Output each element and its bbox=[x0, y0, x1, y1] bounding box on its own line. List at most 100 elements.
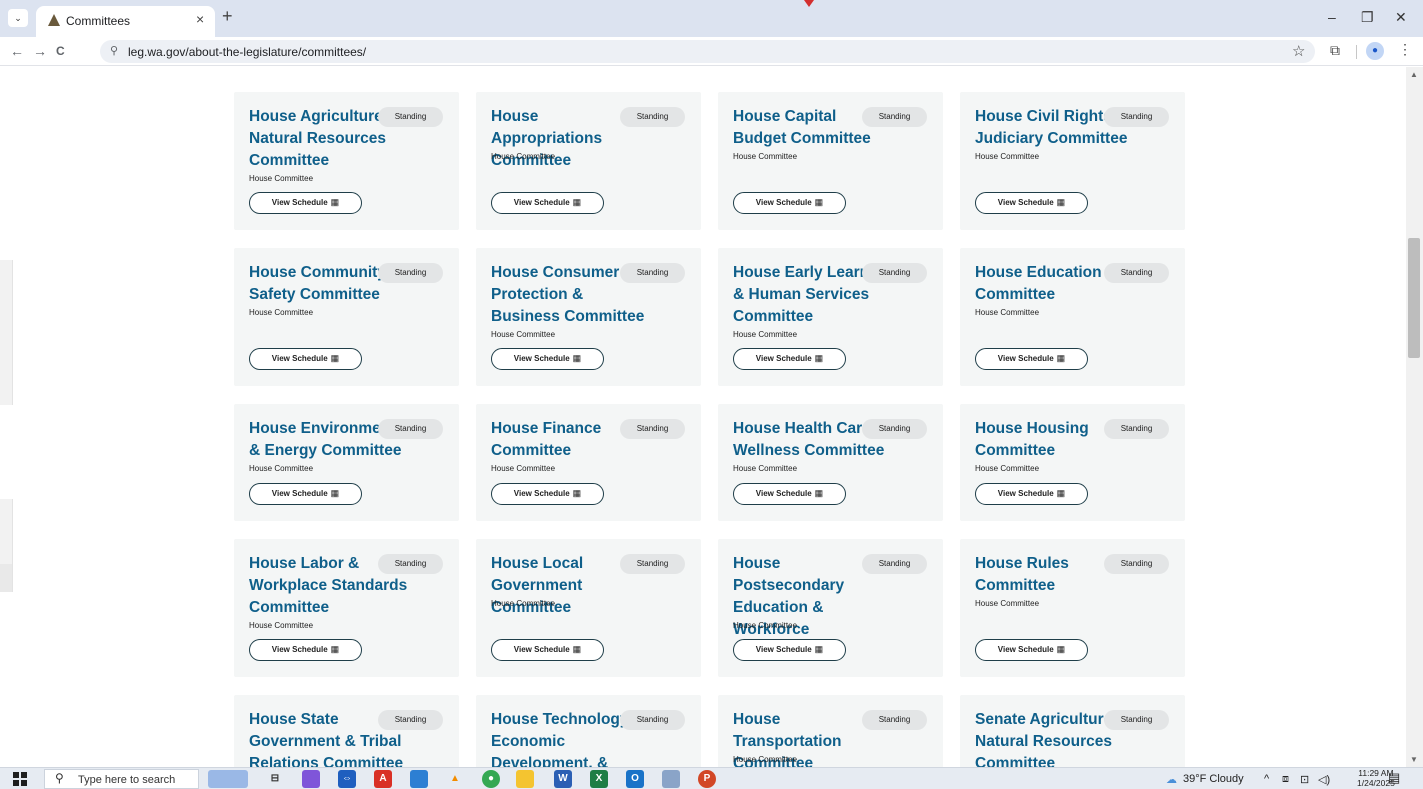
notifications-icon[interactable]: ▤ bbox=[1388, 770, 1400, 786]
committee-type: House Committee bbox=[975, 152, 1040, 161]
view-schedule-button[interactable]: View Schedule ▦ bbox=[975, 483, 1088, 505]
view-schedule-label: View Schedule bbox=[997, 198, 1054, 207]
page-scrollbar[interactable]: ▲ ▼ bbox=[1406, 67, 1423, 767]
committee-type: House Committee bbox=[975, 599, 1040, 608]
view-schedule-label: View Schedule bbox=[271, 645, 328, 654]
acrobat-icon[interactable]: A bbox=[374, 770, 392, 788]
standing-badge: Standing bbox=[378, 710, 443, 730]
vlc-icon[interactable]: ▲ bbox=[446, 770, 464, 788]
view-schedule-label: View Schedule bbox=[755, 198, 812, 207]
task-view-icon[interactable]: ⊟ bbox=[266, 770, 284, 788]
teamviewer-icon[interactable]: ⇔ bbox=[338, 770, 356, 788]
excel-icon[interactable]: X bbox=[590, 770, 608, 788]
view-schedule-button[interactable]: View Schedule ▦ bbox=[249, 348, 362, 370]
word-icon[interactable]: W bbox=[554, 770, 572, 788]
calendar-icon: ▦ bbox=[330, 353, 340, 363]
volume-icon[interactable]: ◁) bbox=[1318, 773, 1330, 786]
view-schedule-button[interactable]: View Schedule ▦ bbox=[733, 348, 846, 370]
app-icon[interactable] bbox=[410, 770, 428, 788]
view-schedule-button[interactable]: View Schedule ▦ bbox=[975, 639, 1088, 661]
committee-card: House Labor & Workplace Standards Commit… bbox=[234, 539, 459, 677]
view-schedule-label: View Schedule bbox=[513, 198, 570, 207]
standing-badge: Standing bbox=[862, 419, 927, 439]
view-schedule-button[interactable]: View Schedule ▦ bbox=[975, 348, 1088, 370]
committee-card: House Community Safety Committee Standing… bbox=[234, 248, 459, 386]
standing-badge: Standing bbox=[1104, 419, 1169, 439]
powerpoint-icon[interactable]: P bbox=[698, 770, 716, 788]
committee-type: House Committee bbox=[249, 464, 314, 473]
view-schedule-button[interactable]: View Schedule ▦ bbox=[733, 483, 846, 505]
chrome-icon[interactable]: ● bbox=[482, 770, 500, 788]
tab-search-dropdown[interactable]: ⌄ bbox=[8, 9, 28, 27]
url-text[interactable]: leg.wa.gov/about-the-legislature/committ… bbox=[128, 45, 366, 59]
committee-card: House Health Care & Wellness Committee St… bbox=[718, 404, 943, 521]
search-highlight-icon[interactable] bbox=[208, 770, 248, 788]
minimize-button[interactable]: – bbox=[1328, 9, 1336, 25]
view-schedule-button[interactable]: View Schedule ▦ bbox=[249, 483, 362, 505]
taskbar-search[interactable]: ⚲ Type here to search bbox=[44, 769, 199, 789]
standing-badge: Standing bbox=[378, 263, 443, 283]
cloud-icon: ☁ bbox=[1166, 774, 1177, 786]
standing-badge: Standing bbox=[620, 554, 685, 574]
extensions-icon[interactable]: ⧉ bbox=[1330, 42, 1340, 59]
calendar-icon: ▦ bbox=[814, 644, 824, 654]
scroll-thumb[interactable] bbox=[1408, 238, 1420, 358]
view-schedule-button[interactable]: View Schedule ▦ bbox=[733, 639, 846, 661]
committee-card: House Housing Committee Standing House Com… bbox=[960, 404, 1185, 521]
browser-menu-icon[interactable]: ⋮ bbox=[1398, 41, 1412, 58]
committee-card: House Capital Budget Committee Standing Ho… bbox=[718, 92, 943, 230]
view-schedule-button[interactable]: View Schedule ▦ bbox=[249, 639, 362, 661]
view-schedule-label: View Schedule bbox=[755, 354, 812, 363]
standing-badge: Standing bbox=[620, 710, 685, 730]
tray-app-icon[interactable]: ⧈ bbox=[1282, 773, 1289, 786]
site-info-icon[interactable]: ⚲ bbox=[110, 44, 118, 57]
view-schedule-button[interactable]: View Schedule ▦ bbox=[733, 192, 846, 214]
new-tab-button[interactable]: + bbox=[222, 6, 233, 27]
back-button[interactable]: ← bbox=[10, 43, 24, 59]
close-window-button[interactable]: ✕ bbox=[1395, 9, 1407, 26]
forward-button[interactable]: → bbox=[33, 43, 47, 59]
copilot-icon[interactable] bbox=[302, 770, 320, 788]
view-schedule-button[interactable]: View Schedule ▦ bbox=[249, 192, 362, 214]
windows-taskbar: ⚲ Type here to search ⊟ ⇔ A ▲ ● W X O P … bbox=[0, 767, 1423, 789]
view-schedule-label: View Schedule bbox=[755, 645, 812, 654]
committee-card: House Early Learning & Human Services Co… bbox=[718, 248, 943, 386]
view-schedule-button[interactable]: View Schedule ▦ bbox=[491, 192, 604, 214]
view-schedule-button[interactable]: View Schedule ▦ bbox=[975, 192, 1088, 214]
weather-text[interactable]: 39°F Cloudy bbox=[1183, 773, 1244, 785]
network-icon[interactable]: ⊡ bbox=[1300, 773, 1309, 786]
file-explorer-icon[interactable] bbox=[516, 770, 534, 788]
address-bar[interactable]: ⚲ leg.wa.gov/about-the-legislature/commi… bbox=[100, 40, 1315, 63]
view-schedule-button[interactable]: View Schedule ▦ bbox=[491, 348, 604, 370]
committee-card: House Appropriations Committee Standing Ho… bbox=[476, 92, 701, 230]
calendar-icon: ▦ bbox=[572, 488, 582, 498]
tab-committees[interactable]: Committees × bbox=[36, 6, 215, 37]
committee-card: House Agriculture & Natural Resources Co… bbox=[234, 92, 459, 230]
app-icon[interactable] bbox=[662, 770, 680, 788]
tab-close-icon[interactable]: × bbox=[196, 11, 204, 27]
tray-chevron-icon[interactable]: ^ bbox=[1264, 773, 1269, 785]
committee-card: House Education Committee Standing House C… bbox=[960, 248, 1185, 386]
toolbar-divider bbox=[1356, 45, 1357, 59]
outlook-icon[interactable]: O bbox=[626, 770, 644, 788]
calendar-icon: ▦ bbox=[572, 353, 582, 363]
standing-badge: Standing bbox=[1104, 554, 1169, 574]
committee-type: House Committee bbox=[491, 152, 556, 161]
committee-type: House Committee bbox=[249, 621, 314, 630]
calendar-icon: ▦ bbox=[1056, 488, 1066, 498]
scroll-up-icon[interactable]: ▲ bbox=[1410, 70, 1418, 79]
scroll-down-icon[interactable]: ▼ bbox=[1410, 755, 1418, 764]
windows-start-icon[interactable] bbox=[13, 772, 27, 786]
standing-badge: Standing bbox=[620, 107, 685, 127]
calendar-icon: ▦ bbox=[814, 353, 824, 363]
standing-badge: Standing bbox=[1104, 107, 1169, 127]
profile-avatar-icon[interactable]: ● bbox=[1366, 42, 1384, 60]
standing-badge: Standing bbox=[862, 263, 927, 283]
bookmark-star-icon[interactable]: ☆ bbox=[1292, 42, 1305, 60]
standing-badge: Standing bbox=[1104, 263, 1169, 283]
view-schedule-button[interactable]: View Schedule ▦ bbox=[491, 639, 604, 661]
view-schedule-label: View Schedule bbox=[997, 645, 1054, 654]
maximize-button[interactable]: ❐ bbox=[1361, 9, 1374, 26]
view-schedule-button[interactable]: View Schedule ▦ bbox=[491, 483, 604, 505]
reload-button[interactable]: C bbox=[56, 44, 65, 58]
